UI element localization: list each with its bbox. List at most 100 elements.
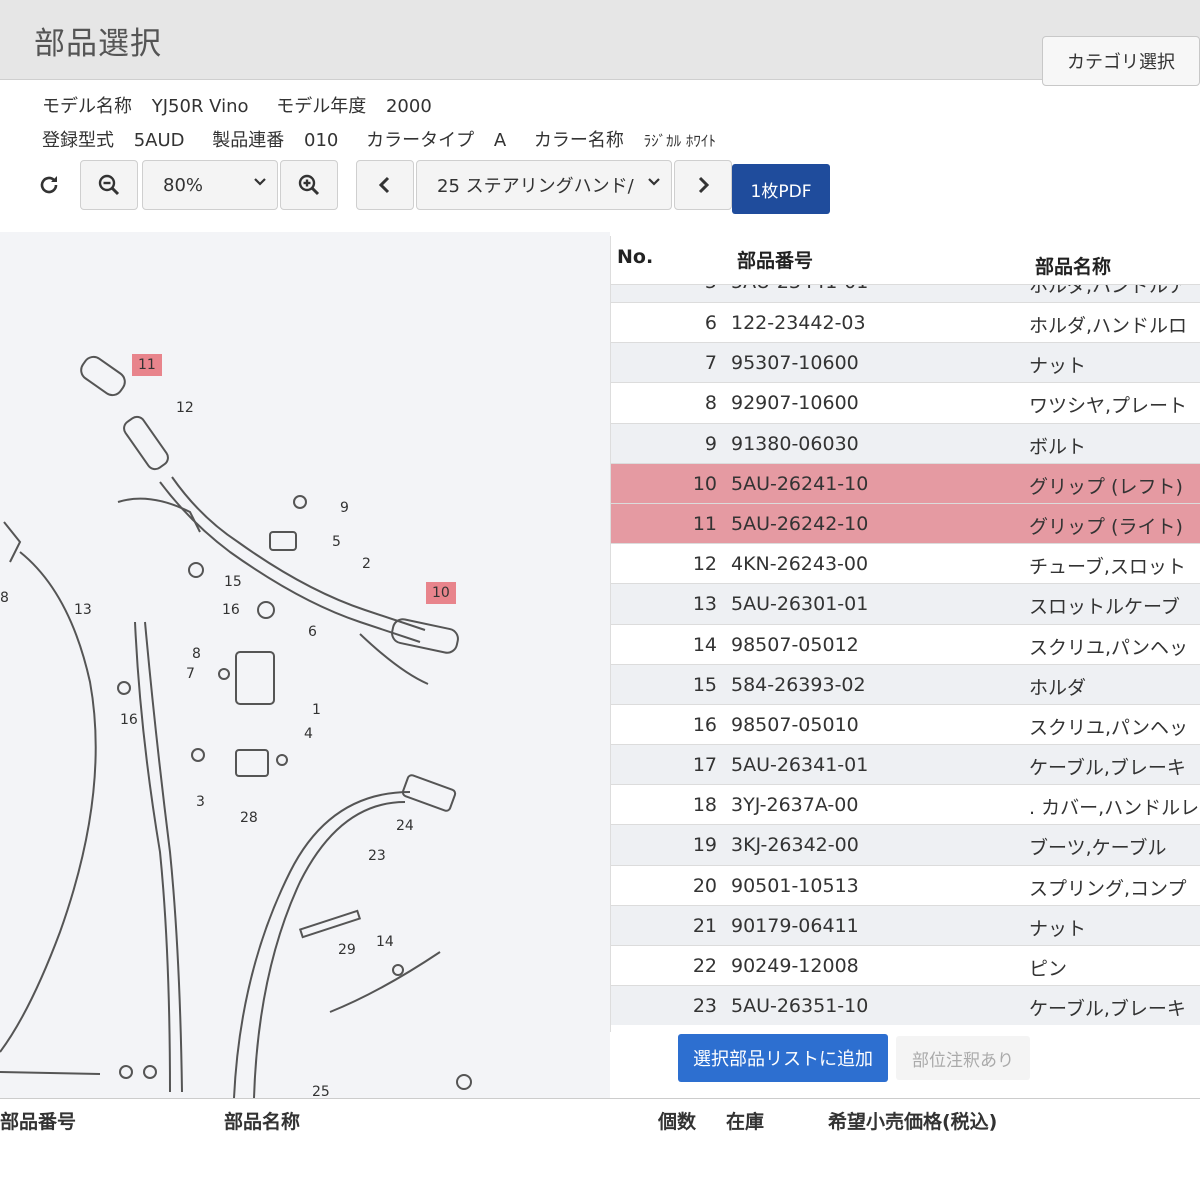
table-row[interactable]: 21 90179-06411 ナット bbox=[611, 904, 1200, 945]
callout-13[interactable]: 13 bbox=[74, 602, 92, 618]
cell-no: 18 bbox=[692, 794, 717, 817]
cell-part-name: スクリユ,パンヘッ bbox=[1029, 716, 1188, 739]
callout-28[interactable]: 28 bbox=[240, 810, 258, 826]
cell-part-number: 3YJ-2637A-00 bbox=[731, 794, 859, 817]
cell-no: 22 bbox=[692, 955, 717, 977]
category-select-button[interactable]: カテゴリ選択 bbox=[1042, 36, 1200, 86]
table-row[interactable]: 17 5AU-26341-01 ケーブル,ブレーキ bbox=[611, 744, 1200, 785]
handlebar bbox=[159, 481, 421, 643]
cell-no: 10 bbox=[692, 472, 717, 495]
table-row[interactable]: 12 4KN-26243-00 チューブ,スロット bbox=[611, 543, 1200, 583]
zoom-out-button[interactable] bbox=[80, 160, 138, 210]
zoom-in-button[interactable] bbox=[280, 160, 338, 210]
footer-col-stock: 在庫 bbox=[726, 1111, 765, 1133]
cell-no: 12 bbox=[692, 553, 717, 576]
zoom-select[interactable]: 80% bbox=[142, 160, 278, 210]
zoom-out-icon bbox=[98, 174, 120, 196]
cell-part-number: 98507-05010 bbox=[731, 713, 859, 736]
callout-1[interactable]: 1 bbox=[312, 702, 321, 718]
reg-type-label: 登録型式 bbox=[42, 130, 114, 151]
throttle-tube bbox=[123, 415, 169, 471]
callout-2[interactable]: 2 bbox=[362, 556, 371, 572]
table-row[interactable]: 18 3YJ-2637A-00 . カバー,ハンドルレ bbox=[611, 784, 1200, 824]
part-notes-button[interactable]: 部位注釈あり bbox=[896, 1036, 1030, 1080]
table-row[interactable]: 10 5AU-26241-10 グリップ (レフト) bbox=[611, 462, 1200, 503]
table-row[interactable]: 13 5AU-26301-01 スロットルケーブ bbox=[611, 583, 1200, 624]
table-row[interactable]: 6 122-23442-03 ホルダ,ハンドルロ bbox=[611, 302, 1200, 342]
footer-col-part-number: 部品番号 bbox=[0, 1111, 77, 1133]
cell-no: 11 bbox=[692, 512, 717, 535]
callout-4[interactable]: 4 bbox=[304, 726, 313, 742]
cell-part-name: グリップ (ライト) bbox=[1029, 515, 1183, 538]
next-section-button[interactable] bbox=[674, 160, 732, 210]
cell-no: 8 bbox=[704, 392, 717, 415]
left-cable bbox=[0, 551, 97, 1053]
previous-section-button[interactable] bbox=[356, 160, 414, 210]
table-row[interactable]: 22 90249-12008 ピン bbox=[611, 945, 1200, 985]
callout-8[interactable]: 8 bbox=[192, 646, 201, 662]
model-info-row-1: モデル名称 YJ50R Vino モデル年度 2000 bbox=[42, 92, 446, 118]
cell-no: 14 bbox=[692, 633, 717, 656]
page-header: 部品選択 カテゴリ選択 bbox=[0, 0, 1200, 86]
table-row[interactable]: 20 90501-10513 スプリング,コンプ bbox=[611, 864, 1200, 905]
cell-part-name: スロットルケーブ bbox=[1029, 596, 1180, 619]
table-row[interactable]: 16 98507-05010 スクリユ,パンヘッ bbox=[611, 703, 1200, 744]
table-row[interactable]: 9 91380-06030 ボルト bbox=[611, 422, 1200, 463]
cell-no: 19 bbox=[692, 834, 717, 857]
table-row[interactable]: 8 92907-10600 ワツシヤ,プレート bbox=[611, 382, 1200, 422]
callout-9[interactable]: 9 bbox=[340, 500, 349, 516]
callout-3[interactable]: 3 bbox=[196, 794, 205, 810]
callout-8b[interactable]: 8 bbox=[0, 590, 9, 606]
callout-24[interactable]: 24 bbox=[396, 818, 414, 834]
table-row[interactable]: 23 5AU-26351-10 ケーブル,ブレーキ bbox=[611, 985, 1200, 1026]
callout-11[interactable]: 11 bbox=[132, 354, 162, 376]
table-row[interactable]: 5 5AU-23441-01 ホルダ,ハンドルア bbox=[611, 284, 1200, 302]
serial-label: 製品連番 bbox=[212, 130, 285, 151]
pdf-button[interactable]: 1枚PDF bbox=[732, 164, 830, 214]
callout-12[interactable]: 12 bbox=[176, 400, 194, 416]
cell-part-number: 90179-06411 bbox=[731, 914, 859, 937]
callout-5[interactable]: 5 bbox=[332, 534, 341, 550]
chevron-right-icon bbox=[698, 176, 710, 194]
parts-diagram[interactable]: 11 12 9 5 2 15 16 6 10 13 8 7 16 1 4 3 2… bbox=[0, 232, 610, 1098]
callout-14[interactable]: 14 bbox=[376, 934, 394, 950]
footer-col-qty: 個数 bbox=[658, 1111, 697, 1133]
color-type-label: カラータイプ bbox=[366, 130, 475, 151]
table-row[interactable]: 7 95307-10600 ナット bbox=[611, 342, 1200, 383]
model-name-value: YJ50R Vino bbox=[151, 96, 249, 117]
table-row[interactable]: 15 584-26393-02 ホルダ bbox=[611, 663, 1200, 704]
color-name-value: ﾗｼﾞｶﾙ ﾎﾜｲﾄ bbox=[643, 132, 716, 150]
callout-10[interactable]: 10 bbox=[426, 582, 456, 604]
model-name-label: モデル名称 bbox=[42, 96, 132, 117]
cell-part-number: 98507-05012 bbox=[731, 633, 859, 656]
table-row[interactable]: 11 5AU-26242-10 グリップ (ライト) bbox=[611, 502, 1200, 544]
cell-part-name: スクリユ,パンヘッ bbox=[1029, 636, 1188, 659]
table-row[interactable]: 14 98507-05012 スクリユ,パンヘッ bbox=[611, 623, 1200, 664]
cell-part-number: 90249-12008 bbox=[731, 955, 859, 977]
callout-29[interactable]: 29 bbox=[338, 942, 356, 958]
parts-table-body: 5 5AU-23441-01 ホルダ,ハンドルア 6 122-23442-03 ホルダ,ハ… bbox=[611, 284, 1200, 1026]
parts-diagram-drawing bbox=[0, 355, 472, 1098]
callout-16b[interactable]: 16 bbox=[120, 712, 138, 728]
callout-6[interactable]: 6 bbox=[308, 624, 317, 640]
parts-table: No. 部品番号 部品名称 55AU-23441-01ホルダ,ハンドルア6122… bbox=[610, 236, 1200, 1032]
add-to-list-button[interactable]: 選択部品リストに追加 bbox=[678, 1034, 888, 1082]
cell-part-number: 4KN-26243-00 bbox=[731, 553, 869, 576]
cell-no: 7 bbox=[704, 352, 717, 375]
section-select[interactable]: 25 ステアリングハンド/ bbox=[416, 160, 672, 210]
refresh-icon bbox=[40, 176, 58, 194]
reg-type-value: 5AUD bbox=[133, 130, 185, 151]
color-type-value: A bbox=[493, 130, 507, 151]
callout-15[interactable]: 15 bbox=[224, 574, 242, 590]
callout-25[interactable]: 25 bbox=[312, 1084, 330, 1098]
cell-part-number: 95307-10600 bbox=[731, 352, 859, 375]
zoom-value: 80% bbox=[163, 174, 204, 196]
callout-7[interactable]: 7 bbox=[186, 666, 195, 682]
callout-16[interactable]: 16 bbox=[222, 602, 240, 618]
cell-part-number: 122-23442-03 bbox=[731, 312, 866, 334]
cell-part-name: ナット bbox=[1029, 355, 1087, 378]
cell-part-name: ワツシヤ,プレート bbox=[1029, 395, 1188, 418]
table-row[interactable]: 19 3KJ-26342-00 ブーツ,ケーブル bbox=[611, 824, 1200, 865]
refresh-button[interactable] bbox=[24, 160, 74, 210]
callout-23[interactable]: 23 bbox=[368, 848, 386, 864]
